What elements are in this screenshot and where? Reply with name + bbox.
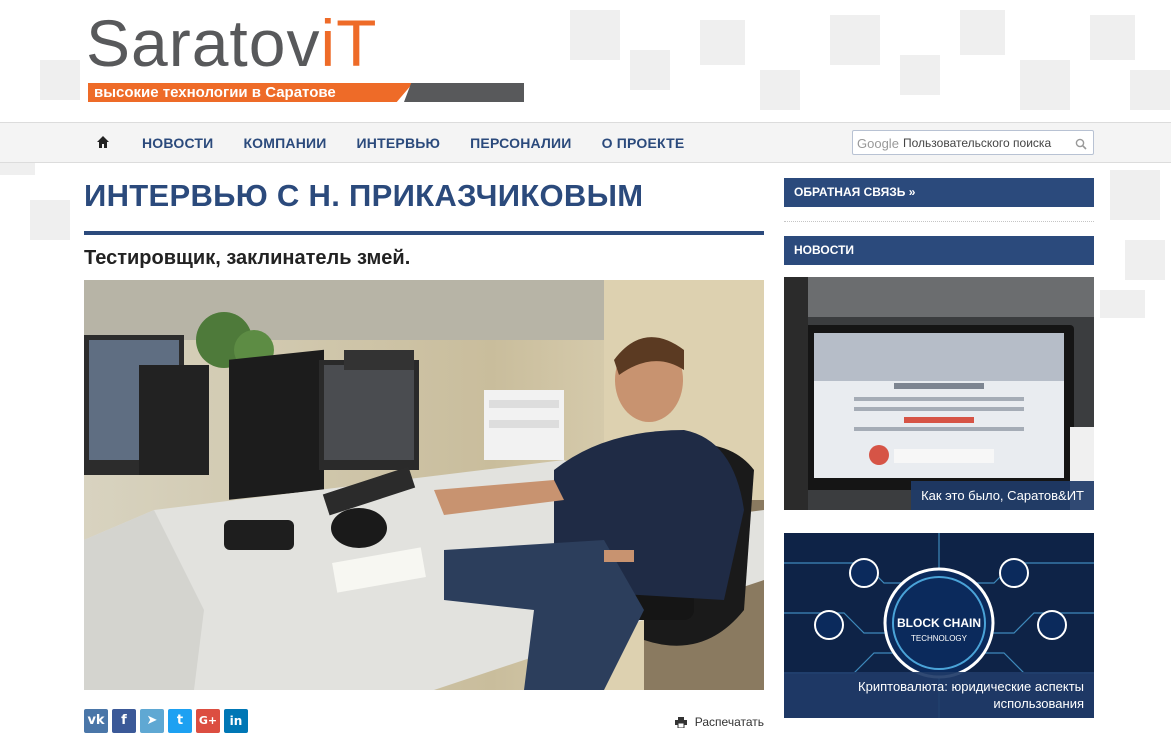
site-logo[interactable]: SaratoviT высокие технологии в Саратове xyxy=(86,6,526,106)
google-brand-label: Google xyxy=(857,136,899,151)
news-card[interactable]: BLOCK CHAIN TECHNOLOGY Криптовалюта: юри… xyxy=(784,533,1094,718)
logo-tagline: высокие технологии в Саратове xyxy=(88,83,413,102)
main-navigation: НОВОСТИ КОМПАНИИ ИНТЕРВЬЮ ПЕРСОНАЛИИ О П… xyxy=(0,122,1171,163)
news-image xyxy=(784,277,1094,510)
article: ИНТЕРВЬЮ С Н. ПРИКАЗЧИКОВЫМ Тестировщик,… xyxy=(84,163,764,690)
news-caption: Криптовалюта: юридические аспекты исполь… xyxy=(784,672,1094,718)
blockchain-badge-title: BLOCK CHAIN xyxy=(897,616,981,630)
nav-item-interviews[interactable]: ИНТЕРВЬЮ xyxy=(357,135,441,151)
nav-menu: НОВОСТИ КОМПАНИИ ИНТЕРВЬЮ ПЕРСОНАЛИИ О П… xyxy=(142,123,714,163)
page-title: ИНТЕРВЬЮ С Н. ПРИКАЗЧИКОВЫМ xyxy=(84,178,644,213)
sidebar-divider xyxy=(784,221,1094,222)
blockchain-badge-subtitle: TECHNOLOGY xyxy=(911,634,968,643)
printer-icon xyxy=(674,716,687,728)
nav-item-persons[interactable]: ПЕРСОНАЛИИ xyxy=(470,135,571,151)
nav-item-companies[interactable]: КОМПАНИИ xyxy=(243,135,326,151)
vk-icon[interactable]: vk xyxy=(84,709,108,733)
logo-decoration xyxy=(404,83,524,102)
print-button[interactable]: Распечатать xyxy=(674,715,764,729)
print-label: Распечатать xyxy=(694,715,764,729)
telegram-icon[interactable]: ➤ xyxy=(140,709,164,733)
title-divider xyxy=(84,231,764,235)
search-icon[interactable] xyxy=(1075,137,1087,150)
sidebar: ОБРАТНАЯ СВЯЗЬ » НОВОСТИ Как это было, С… xyxy=(784,178,1094,718)
share-bar: vk f ➤ t G+ in Распечатать xyxy=(84,709,764,735)
twitter-icon[interactable]: t xyxy=(168,709,192,733)
search-input[interactable] xyxy=(903,134,1073,152)
article-photo xyxy=(84,280,764,690)
article-subtitle: Тестировщик, заклинатель змей. xyxy=(84,247,411,269)
news-card[interactable]: Как это было, Саратов&ИТ xyxy=(784,277,1094,510)
home-icon[interactable] xyxy=(96,135,112,151)
search-box: Google xyxy=(852,130,1094,155)
news-section-heading: НОВОСТИ xyxy=(784,236,1094,265)
facebook-icon[interactable]: f xyxy=(112,709,136,733)
linkedin-icon[interactable]: in xyxy=(224,709,248,733)
nav-item-about[interactable]: О ПРОЕКТЕ xyxy=(602,135,685,151)
nav-item-news[interactable]: НОВОСТИ xyxy=(142,135,213,151)
news-caption: Как это было, Саратов&ИТ xyxy=(911,481,1094,510)
logo-wordmark: SaratoviT xyxy=(86,6,378,80)
google-plus-icon[interactable]: G+ xyxy=(196,709,220,733)
feedback-link[interactable]: ОБРАТНАЯ СВЯЗЬ » xyxy=(784,178,1094,207)
site-header: SaratoviT высокие технологии в Саратове xyxy=(0,0,1171,122)
